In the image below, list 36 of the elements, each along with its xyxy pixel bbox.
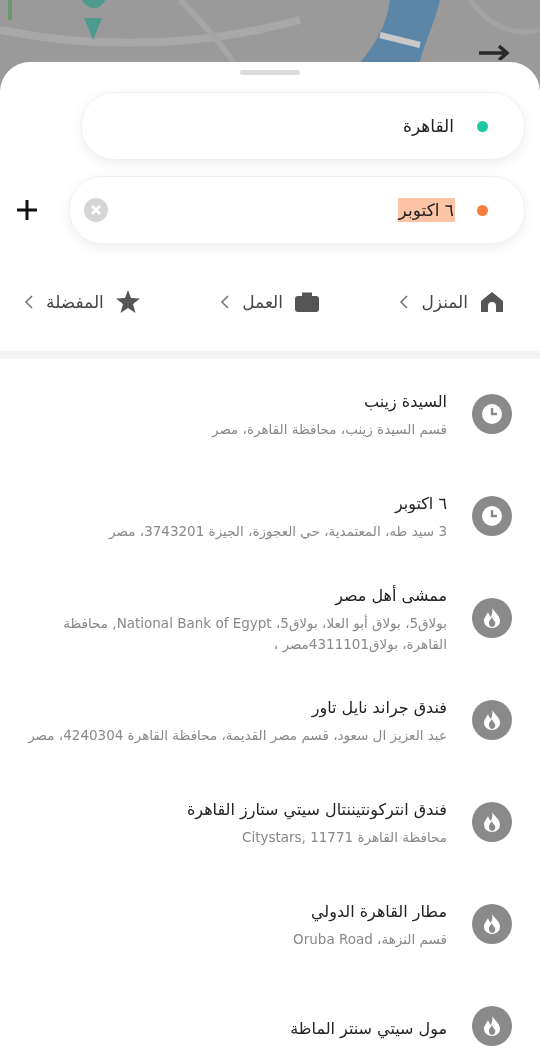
flame-icon [472, 904, 512, 944]
drag-handle[interactable] [240, 70, 300, 75]
flame-icon [472, 802, 512, 842]
place-address: قسم السيدة زينب، محافظة القاهرة، مصر [210, 420, 447, 440]
chevron-icon [24, 293, 34, 310]
briefcase-icon [295, 291, 320, 312]
place-address: عبد العزيز ال سعود، قسم مصر القديمة، محافظة القاهرة 4240304، مصر [26, 726, 447, 746]
input-field[interactable]: القاهرة [81, 92, 525, 160]
star-icon [115, 290, 140, 313]
place-title[interactable]: مول سيتي سنتر الماظة [12, 1018, 447, 1038]
add-icon[interactable] [15, 198, 39, 222]
place-address: قسم النزهة، Oruba Road [292, 930, 447, 950]
chevron-icon [220, 293, 231, 310]
place-address: بولاق5، بولاق أبو العلا، بولاق5، National Bank of Egypt, محافظة القاهرة، بولاق4311101مصر ، [62, 613, 447, 655]
place-title[interactable]: مطار القاهرة الدولي [12, 902, 447, 922]
place-title[interactable]: فندق جراند نايل تاور [12, 698, 447, 718]
place-title[interactable]: السيدة زينب [12, 392, 447, 412]
flame-icon [472, 598, 512, 638]
clock-icon [472, 496, 512, 536]
field-value: ٦ اكتوبر [397, 198, 455, 222]
arrow-icon[interactable] [478, 44, 510, 60]
home-icon [480, 290, 504, 313]
shortcut-link[interactable]: المفضلة [46, 291, 104, 312]
input-field[interactable]: ٦ اكتوبر [69, 176, 525, 244]
chevron-icon [399, 293, 410, 310]
place-title[interactable]: ممشى أهل مصر [12, 585, 447, 605]
clock-icon [472, 394, 512, 434]
flame-icon [472, 700, 512, 740]
shortcut-link[interactable]: المنزل [421, 291, 468, 312]
place-title[interactable]: ٦ اكتوبر [12, 494, 447, 514]
field-value: القاهرة [402, 115, 455, 138]
place-title[interactable]: فندق انتركونتيننتال سيتي ستارز القاهرة [12, 800, 447, 820]
shortcut-link[interactable]: العمل [242, 291, 284, 312]
flame-icon [472, 1006, 512, 1046]
place-address: محافظة القاهرة Citystars, 11771 [240, 828, 447, 848]
place-address: 3 سيد طه، المعتمدية، حي العجوزة، الجيزة 3743201، مصر [107, 522, 447, 542]
